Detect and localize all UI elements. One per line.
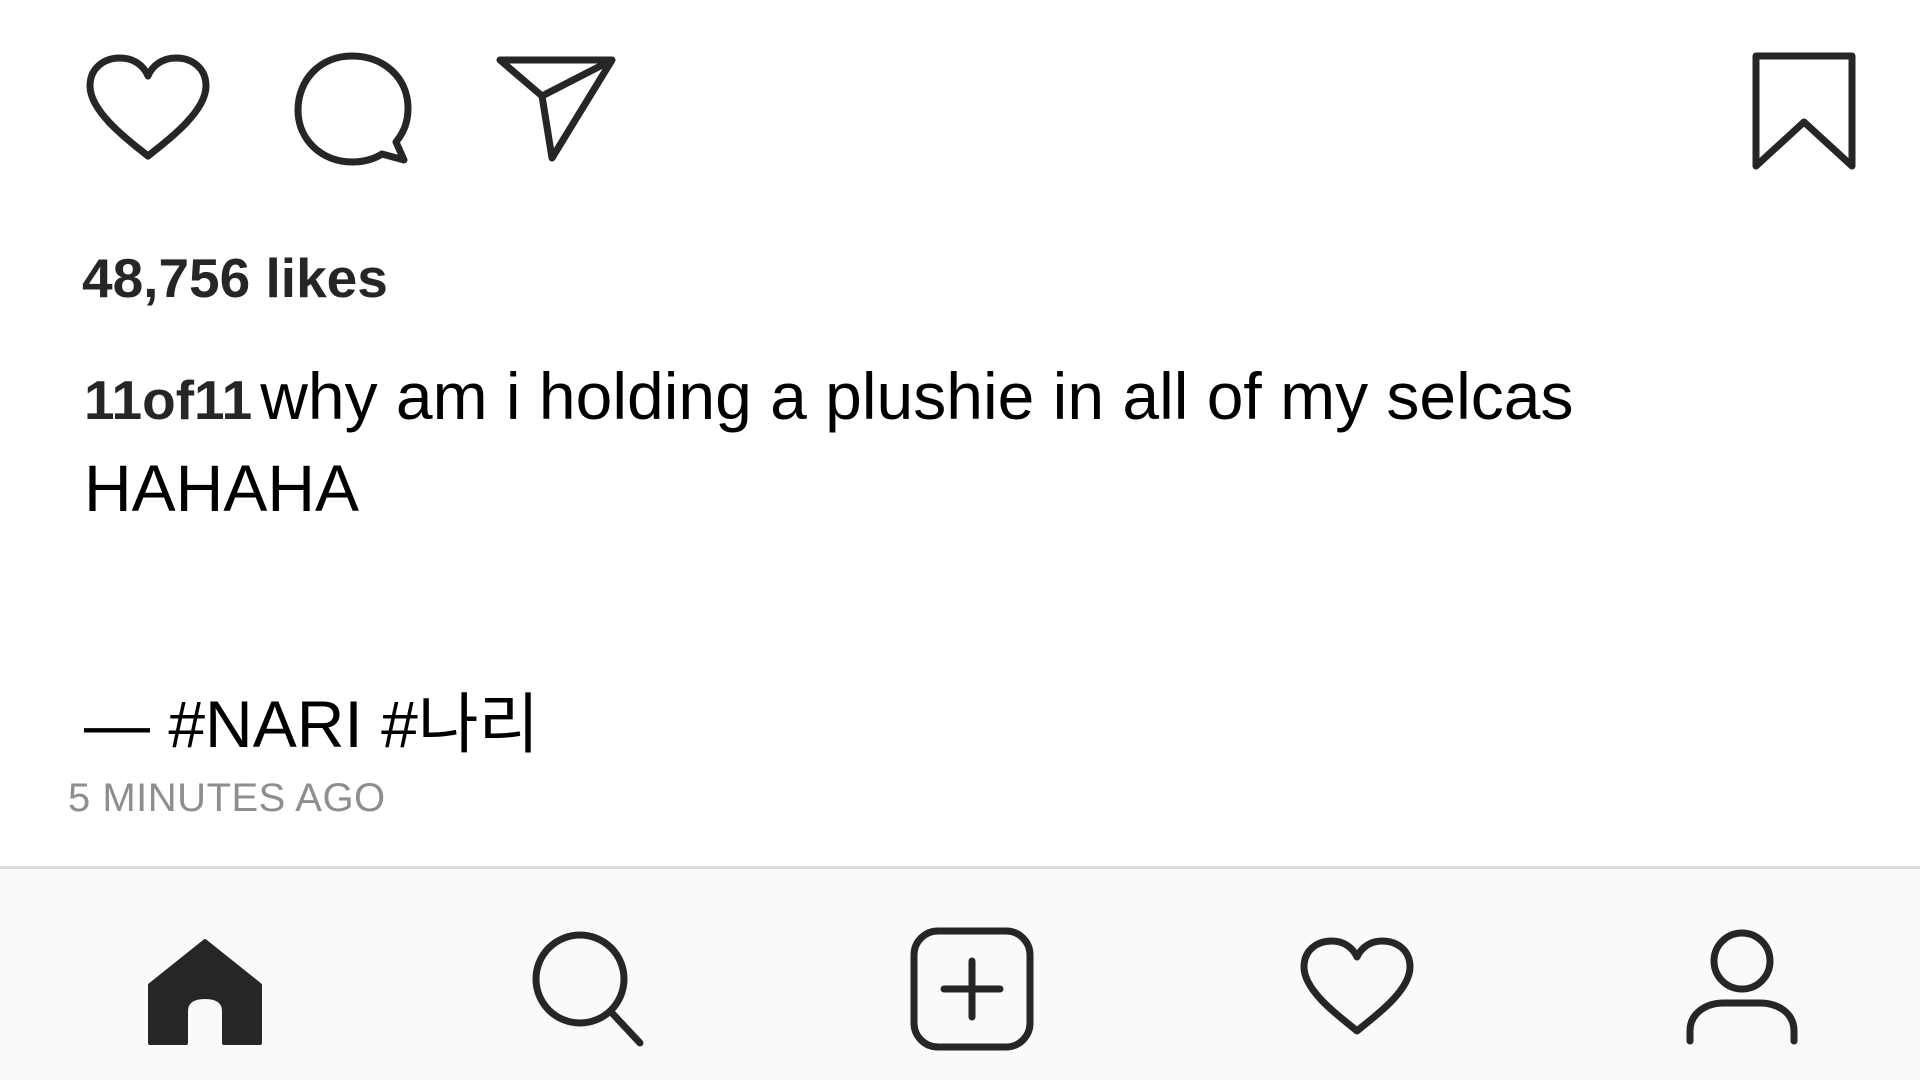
- paper-plane-icon[interactable]: [494, 52, 618, 164]
- new-post-icon[interactable]: [908, 925, 1036, 1053]
- caption-text-line2: HAHAHA: [84, 451, 360, 525]
- caption-text: why am i holding a plushie in all of my …: [260, 359, 1574, 433]
- home-icon[interactable]: [146, 935, 264, 1049]
- post-action-bar: [0, 0, 1920, 200]
- post-caption: 11of11 why am i holding a plushie in all …: [84, 352, 1844, 532]
- bookmark-icon[interactable]: [1750, 50, 1858, 172]
- likes-count[interactable]: 48,756 likes: [82, 246, 388, 310]
- profile-icon[interactable]: [1684, 927, 1800, 1047]
- caption-username[interactable]: 11of11: [84, 369, 252, 431]
- caption-hashtags[interactable]: — #NARI #나리: [84, 684, 539, 764]
- comment-bubble-icon[interactable]: [292, 50, 412, 168]
- search-icon[interactable]: [530, 929, 646, 1049]
- activity-heart-icon[interactable]: [1298, 935, 1416, 1039]
- bottom-tab-bar: [0, 866, 1920, 1080]
- post-details: 48,756 likes 11of11 why am i holding a pl…: [0, 0, 1920, 866]
- post-timestamp: 5 MINUTES AGO: [68, 776, 386, 820]
- heart-icon[interactable]: [84, 52, 212, 164]
